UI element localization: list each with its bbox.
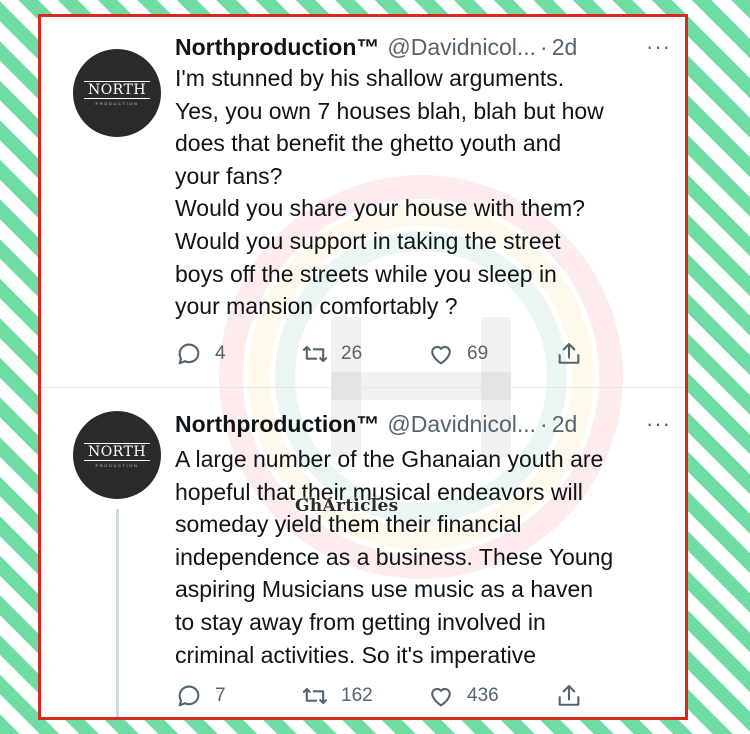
watermark-text: GhArticles	[295, 496, 399, 516]
timestamp[interactable]: 2d	[552, 411, 578, 438]
user-handle[interactable]: @Davidnicol...	[387, 34, 536, 61]
tweet-text: A large number of the Ghanaian youth are…	[175, 446, 614, 668]
avatar[interactable]: NORTH PRODUCTION	[73, 49, 161, 137]
separator-dot: ·	[540, 33, 548, 60]
more-icon[interactable]: ···	[646, 34, 671, 60]
avatar-logo-text: NORTH	[83, 442, 151, 461]
tweet[interactable]: NORTH PRODUCTION Northproduction™ @David…	[41, 389, 685, 717]
avatar-sub-text: PRODUCTION	[95, 100, 139, 106]
retweet-count: 26	[341, 343, 363, 364]
more-icon[interactable]: ···	[646, 411, 671, 437]
reply-count: 7	[215, 685, 226, 706]
reply-icon	[178, 685, 200, 707]
like-button[interactable]: 436	[427, 682, 499, 710]
avatar-logo-text: NORTH	[83, 80, 151, 99]
like-count: 436	[467, 685, 499, 706]
share-button[interactable]	[555, 682, 583, 710]
timestamp[interactable]: 2d	[552, 34, 578, 61]
like-button[interactable]: 69	[427, 340, 488, 368]
screenshot-frame: NORTH PRODUCTION Northproduction™ @David…	[38, 14, 688, 720]
tweet-actions: 7 162 436	[175, 682, 665, 712]
retweet-icon	[302, 687, 328, 705]
tweet-header: Northproduction™ @Davidnicol... · 2d ···	[175, 409, 671, 439]
like-icon	[431, 687, 451, 707]
reply-count: 4	[215, 343, 226, 364]
like-icon	[431, 345, 451, 365]
retweet-count: 162	[341, 685, 373, 706]
avatar-sub-text: PRODUCTION	[95, 462, 139, 468]
reply-button[interactable]: 7	[175, 682, 226, 710]
tweet-text: I'm stunned by his shallow arguments. Ye…	[175, 65, 604, 320]
tweet[interactable]: NORTH PRODUCTION Northproduction™ @David…	[41, 17, 685, 388]
thread-line	[116, 509, 119, 717]
user-handle[interactable]: @Davidnicol...	[387, 411, 536, 438]
retweet-button[interactable]: 162	[301, 682, 373, 710]
separator-dot: ·	[540, 410, 548, 437]
reply-icon	[178, 343, 200, 365]
display-name[interactable]: Northproduction™	[175, 411, 379, 438]
display-name[interactable]: Northproduction™	[175, 34, 379, 61]
share-icon	[558, 343, 580, 364]
share-icon	[558, 685, 580, 706]
avatar[interactable]: NORTH PRODUCTION	[73, 411, 161, 499]
reply-button[interactable]: 4	[175, 340, 226, 368]
share-button[interactable]	[555, 340, 583, 368]
like-count: 69	[467, 343, 489, 364]
tweet-actions: 4 26 69	[175, 340, 665, 370]
retweet-button[interactable]: 26	[301, 340, 362, 368]
retweet-icon	[302, 345, 328, 363]
tweet-header: Northproduction™ @Davidnicol... · 2d ···	[175, 32, 671, 62]
